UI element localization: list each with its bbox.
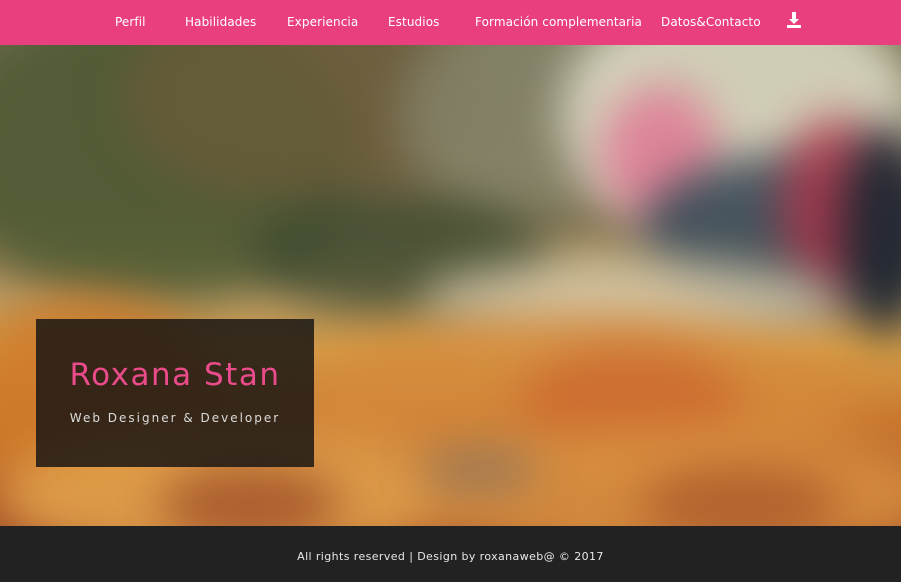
nav-item-experiencia[interactable]: Experiencia (287, 13, 358, 31)
download-icon[interactable] (786, 11, 802, 29)
name-card: Roxana Stan Web Designer & Developer (36, 319, 314, 467)
name-title: Roxana Stan (69, 357, 281, 393)
nav-item-estudios[interactable]: Estudios (388, 13, 440, 31)
name-subtitle: Web Designer & Developer (69, 411, 281, 425)
footer: All rights reserved | Design by roxanawe… (0, 526, 901, 582)
nav-item-habilidades[interactable]: Habilidades (185, 13, 256, 31)
hero-background-photo: Roxana Stan Web Designer & Developer (0, 45, 901, 526)
footer-copyright: All rights reserved | Design by roxanawe… (297, 550, 604, 563)
top-navbar: Perfil Habilidades Experiencia Estudios … (0, 0, 901, 45)
nav-item-formacion-complementaria[interactable]: Formación complementaria (475, 13, 642, 31)
nav-item-datos-contacto[interactable]: Datos&Contacto (661, 13, 761, 31)
nav-item-perfil[interactable]: Perfil (115, 13, 146, 31)
